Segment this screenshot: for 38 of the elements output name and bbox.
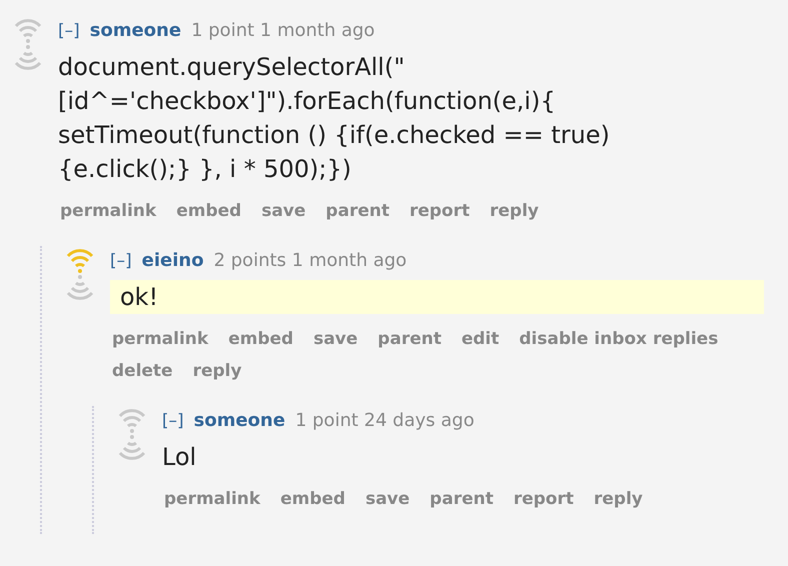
action-link[interactable]: reply xyxy=(594,484,643,514)
upvote-icon[interactable] xyxy=(117,406,147,434)
action-link[interactable]: parent xyxy=(326,196,390,226)
comment-body: document.querySelectorAll("[id^='checkbox']").forEach(function(e,i){ setTimeout(function () {if(e.checked == true) {e.click();} }, i * 500);}) xyxy=(58,52,611,185)
score-time: 2 points 1 month ago xyxy=(214,249,407,273)
action-link[interactable]: reply xyxy=(192,356,242,386)
action-link[interactable]: save xyxy=(313,324,358,354)
collapse-toggle[interactable]: [–] xyxy=(110,246,132,276)
action-link[interactable]: embed xyxy=(280,484,346,514)
action-link[interactable]: save xyxy=(365,484,410,514)
action-link[interactable]: report xyxy=(409,196,470,226)
author-link[interactable]: someone xyxy=(90,16,182,46)
downvote-icon[interactable] xyxy=(117,434,147,460)
collapse-toggle[interactable]: [–] xyxy=(162,406,184,436)
upvote-icon[interactable] xyxy=(65,246,95,274)
downvote-icon[interactable] xyxy=(13,44,43,70)
action-link[interactable]: disable inbox replies xyxy=(519,324,718,354)
downvote-icon[interactable] xyxy=(65,274,95,300)
action-link[interactable]: permalink xyxy=(60,196,156,226)
action-link[interactable]: report xyxy=(513,484,574,514)
collapse-toggle[interactable]: [–] xyxy=(58,16,80,46)
action-link[interactable]: embed xyxy=(176,196,242,226)
upvote-icon[interactable] xyxy=(13,16,43,44)
score-time: 1 point 24 days ago xyxy=(295,409,474,433)
author-link[interactable]: eieino xyxy=(142,246,204,276)
action-link[interactable]: edit xyxy=(461,324,500,354)
action-link[interactable]: reply xyxy=(490,196,539,226)
action-link[interactable]: permalink xyxy=(164,484,260,514)
score-time: 1 point 1 month ago xyxy=(191,19,375,43)
action-link[interactable]: delete xyxy=(112,356,173,386)
action-link[interactable]: parent xyxy=(378,324,442,354)
action-link[interactable]: parent xyxy=(430,484,494,514)
author-link[interactable]: someone xyxy=(194,406,286,436)
action-link[interactable]: embed xyxy=(228,324,294,354)
comment-body: ok! xyxy=(110,280,764,314)
action-link[interactable]: permalink xyxy=(112,324,208,354)
comment-body: Lol xyxy=(162,442,196,473)
action-link[interactable]: save xyxy=(261,196,306,226)
